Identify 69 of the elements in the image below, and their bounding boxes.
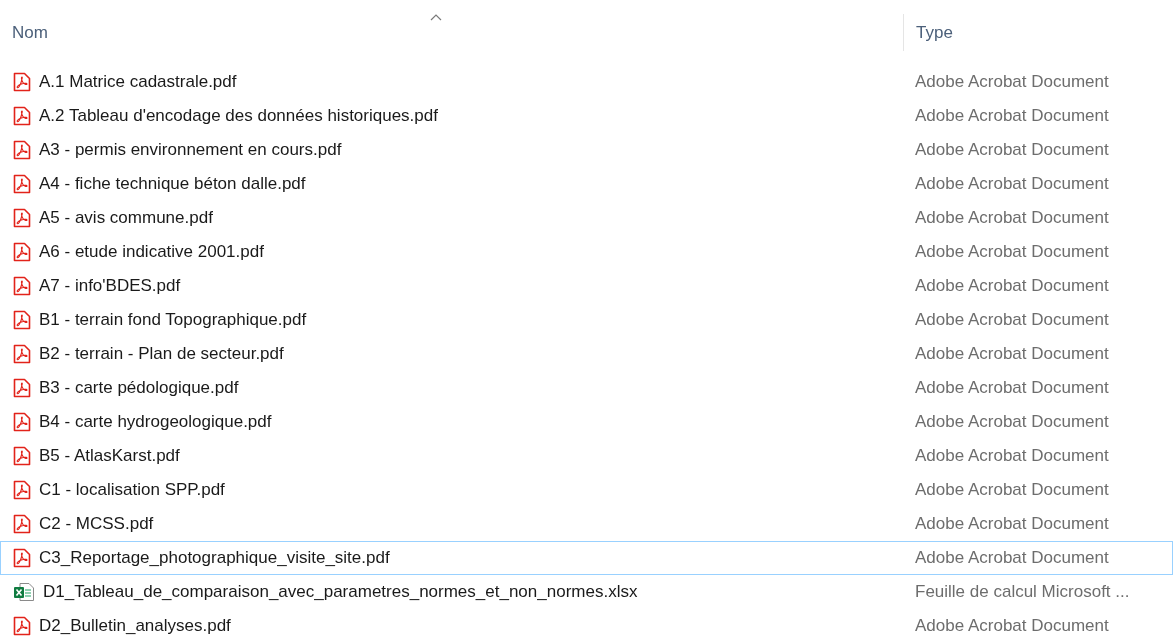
pdf-file-icon (13, 174, 31, 194)
file-type: Adobe Acrobat Document (914, 547, 1109, 570)
file-row[interactable]: B2 - terrain - Plan de secteur.pdf Adobe Acrobat Document (0, 337, 1173, 371)
file-row[interactable]: A4 - fiche technique béton dalle.pdf Adobe Acrobat Document (0, 167, 1173, 201)
file-name: A6 - etude indicative 2001.pdf (39, 241, 264, 264)
pdf-file-icon (13, 72, 31, 92)
pdf-file-icon (13, 242, 31, 262)
file-type: Adobe Acrobat Document (914, 343, 1109, 366)
file-name: B4 - carte hydrogeologique.pdf (39, 411, 272, 434)
file-type: Adobe Acrobat Document (914, 445, 1109, 468)
file-name: B2 - terrain - Plan de secteur.pdf (39, 343, 284, 366)
file-type: Adobe Acrobat Document (914, 241, 1109, 264)
pdf-file-icon (13, 446, 31, 466)
file-name: B1 - terrain fond Topographique.pdf (39, 309, 307, 332)
file-row[interactable]: C3_Reportage_photographique_visite_site.pdf Adobe Acrobat Document (0, 541, 1173, 575)
pdf-file-icon (13, 548, 31, 568)
pdf-file-icon (13, 310, 31, 330)
file-type: Adobe Acrobat Document (914, 309, 1109, 332)
pdf-file-icon (13, 140, 31, 160)
file-name: A5 - avis commune.pdf (39, 207, 213, 230)
file-type: Adobe Acrobat Document (914, 377, 1109, 400)
file-row[interactable]: A.1 Matrice cadastrale.pdf Adobe Acrobat Document (0, 65, 1173, 99)
pdf-file-icon (13, 208, 31, 228)
file-name: A7 - info'BDES.pdf (39, 275, 181, 298)
file-row[interactable]: B3 - carte pédologique.pdf Adobe Acrobat Document (0, 371, 1173, 405)
file-row[interactable]: A3 - permis environnement en cours.pdf Adobe Acrobat Document (0, 133, 1173, 167)
file-name: D2_Bulletin_analyses.pdf (39, 615, 231, 637)
pdf-file-icon (13, 276, 31, 296)
file-name: A.1 Matrice cadastrale.pdf (39, 71, 237, 94)
file-row[interactable]: B1 - terrain fond Topographique.pdf Adobe Acrobat Document (0, 303, 1173, 337)
file-name: C2 - MCSS.pdf (39, 513, 154, 536)
pdf-file-icon (13, 412, 31, 432)
spreadsheet-file-icon (13, 582, 35, 602)
file-type: Adobe Acrobat Document (914, 139, 1109, 162)
pdf-file-icon (13, 344, 31, 364)
file-type: Adobe Acrobat Document (914, 479, 1109, 502)
file-row[interactable]: C1 - localisation SPP.pdf Adobe Acrobat Document (0, 473, 1173, 507)
file-type: Adobe Acrobat Document (914, 207, 1109, 230)
file-row[interactable]: B5 - AtlasKarst.pdf Adobe Acrobat Document (0, 439, 1173, 473)
file-row[interactable]: A5 - avis commune.pdf Adobe Acrobat Document (0, 201, 1173, 235)
file-row[interactable]: A6 - etude indicative 2001.pdf Adobe Acrobat Document (0, 235, 1173, 269)
file-type: Adobe Acrobat Document (914, 411, 1109, 434)
file-name: C1 - localisation SPP.pdf (39, 479, 225, 502)
file-name: C3_Reportage_photographique_visite_site.pdf (39, 547, 390, 570)
file-row[interactable]: D1_Tableau_de_comparaison_avec_parametres_normes_et_non_normes.xlsx Feuille de calcul Microsoft ... (0, 575, 1173, 609)
file-type: Adobe Acrobat Document (914, 275, 1109, 298)
file-row[interactable]: A7 - info'BDES.pdf Adobe Acrobat Document (0, 269, 1173, 303)
file-type: Adobe Acrobat Document (914, 615, 1109, 637)
file-name: A3 - permis environnement en cours.pdf (39, 139, 342, 162)
pdf-file-icon (13, 480, 31, 500)
file-type: Adobe Acrobat Document (914, 71, 1109, 94)
file-type: Adobe Acrobat Document (914, 105, 1109, 128)
pdf-file-icon (13, 514, 31, 534)
file-row[interactable]: C2 - MCSS.pdf Adobe Acrobat Document (0, 507, 1173, 541)
file-row[interactable]: B4 - carte hydrogeologique.pdf Adobe Acrobat Document (0, 405, 1173, 439)
file-row[interactable]: A.2 Tableau d'encodage des données historiques.pdf Adobe Acrobat Document (0, 99, 1173, 133)
pdf-file-icon (13, 106, 31, 126)
file-name: B3 - carte pédologique.pdf (39, 377, 239, 400)
file-type: Adobe Acrobat Document (914, 173, 1109, 196)
file-name: A.2 Tableau d'encodage des données historiques.pdf (39, 105, 438, 128)
file-name: B5 - AtlasKarst.pdf (39, 445, 180, 468)
column-header[interactable]: Type (916, 19, 953, 46)
pdf-file-icon (13, 378, 31, 398)
column-header[interactable]: Nom (12, 19, 48, 46)
file-type: Adobe Acrobat Document (914, 513, 1109, 536)
file-name: D1_Tableau_de_comparaison_avec_parametres_normes_et_non_normes.xlsx (43, 581, 638, 604)
file-type: Feuille de calcul Microsoft ... (914, 581, 1130, 604)
file-name: A4 - fiche technique béton dalle.pdf (39, 173, 306, 196)
file-row[interactable]: D2_Bulletin_analyses.pdf Adobe Acrobat Document (0, 609, 1173, 637)
